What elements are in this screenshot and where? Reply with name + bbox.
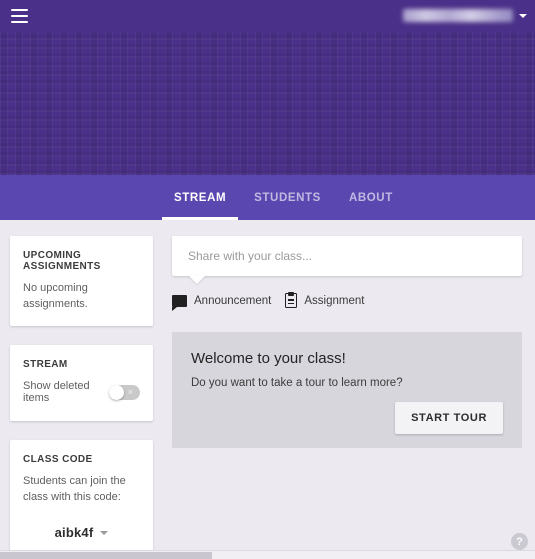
welcome-title: Welcome to your class! xyxy=(191,350,346,367)
start-tour-button[interactable]: START TOUR xyxy=(395,402,503,434)
class-code-card: CLASS CODE Students can join the class w… xyxy=(10,440,153,559)
stream-settings-card: STREAM Show deleted items × xyxy=(10,345,153,421)
hamburger-bar xyxy=(11,15,28,17)
show-deleted-label: Show deleted items xyxy=(23,380,90,404)
help-icon[interactable]: ? xyxy=(511,533,528,550)
post-actions: Announcement Assignment xyxy=(172,293,522,311)
horizontal-scrollbar[interactable] xyxy=(0,550,535,559)
announcement-action[interactable]: Announcement xyxy=(172,294,272,311)
upcoming-assignments-title: UPCOMING ASSIGNMENTS xyxy=(23,250,101,272)
upcoming-assignments-empty: No upcoming assignments. xyxy=(23,282,88,310)
account-menu[interactable] xyxy=(403,8,527,23)
toggle-off-icon: × xyxy=(127,386,133,397)
class-code-value: aibk4f xyxy=(54,525,94,540)
tab-students[interactable]: STUDENTS xyxy=(240,175,335,220)
show-deleted-row: Show deleted items × xyxy=(23,380,140,404)
show-deleted-toggle[interactable]: × xyxy=(109,384,140,400)
class-code-menu[interactable]: aibk4f xyxy=(23,525,140,540)
chevron-down-icon xyxy=(519,13,527,18)
class-nav-bar: STREAM STUDENTS ABOUT xyxy=(0,175,535,220)
hamburger-bar xyxy=(11,9,28,11)
assignment-icon xyxy=(285,293,298,308)
hamburger-bar xyxy=(11,21,28,23)
classroom-page: Flying Skateboards 101 Flight School Sel… xyxy=(0,0,535,559)
share-input[interactable] xyxy=(188,249,506,263)
welcome-subtitle: Do you want to take a tour to learn more… xyxy=(191,377,403,389)
assignment-label: Assignment xyxy=(304,294,365,307)
upcoming-assignments-card: UPCOMING ASSIGNMENTS No upcoming assignm… xyxy=(10,236,153,326)
scrollbar-thumb[interactable] xyxy=(0,552,212,559)
stream-column: Announcement Assignment Welcome to your … xyxy=(172,236,522,448)
tab-about[interactable]: ABOUT xyxy=(335,175,407,220)
stream-card-title: STREAM xyxy=(23,359,68,370)
class-code-title: CLASS CODE xyxy=(23,454,93,465)
hamburger-icon[interactable] xyxy=(11,9,28,23)
assignment-action[interactable]: Assignment xyxy=(285,293,364,308)
toggle-knob xyxy=(109,384,125,400)
announcement-label: Announcement xyxy=(194,294,272,307)
announcement-icon xyxy=(172,294,187,311)
share-with-class-box[interactable] xyxy=(172,236,522,276)
tab-list: STREAM STUDENTS ABOUT xyxy=(160,175,407,220)
sidebar-column: UPCOMING ASSIGNMENTS No upcoming assignm… xyxy=(10,236,153,559)
tab-stream[interactable]: STREAM xyxy=(160,175,240,220)
class-code-description: Students can join the class with this co… xyxy=(23,475,126,503)
chevron-down-icon xyxy=(100,530,109,535)
account-email-redacted xyxy=(403,9,513,22)
welcome-panel: Welcome to your class! Do you want to ta… xyxy=(172,332,522,448)
top-app-bar xyxy=(0,0,535,32)
